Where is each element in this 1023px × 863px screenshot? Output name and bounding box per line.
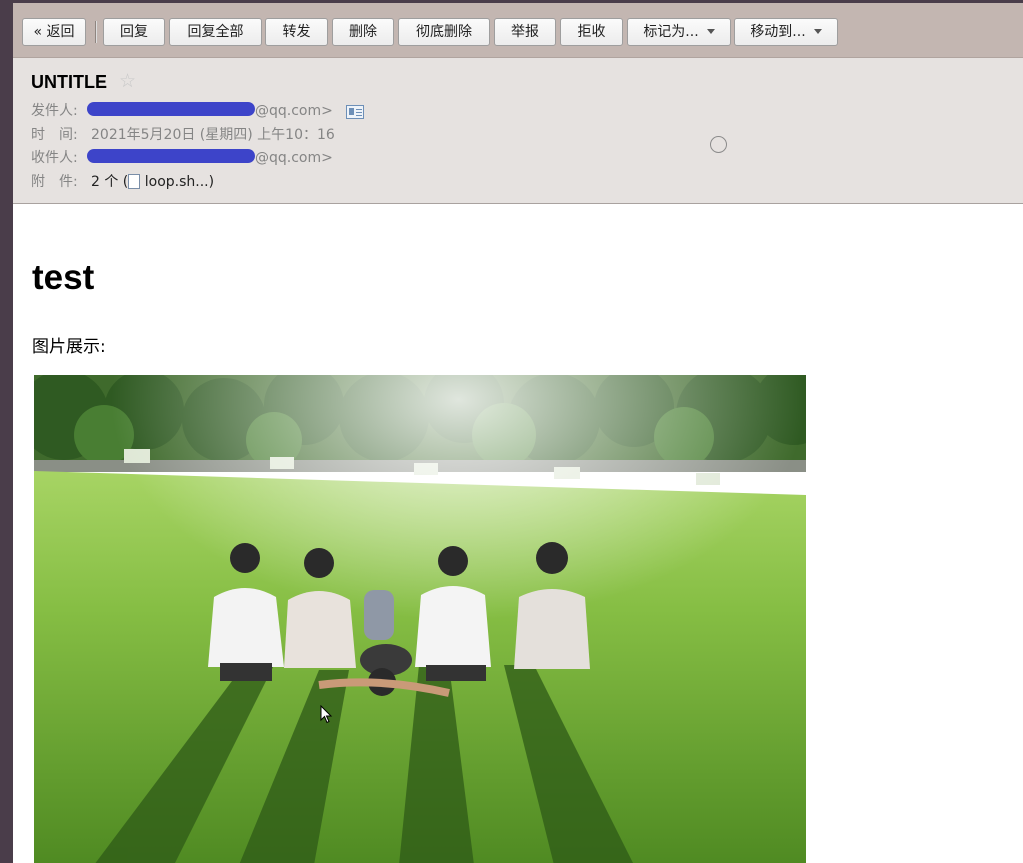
redacted-recipient (87, 149, 255, 163)
email-subject: UNTITLE (31, 72, 107, 92)
mark-as-dropdown[interactable]: 标记为... (627, 18, 731, 46)
star-icon[interactable]: ☆ (119, 70, 136, 92)
email-reader-window: « 返回 回复 回复全部 转发 删除 彻底删除 举报 拒收 标记为... 移动到… (13, 3, 1023, 863)
time-value: 2021年5月20日 (星期四) 上午10：16 (91, 127, 335, 143)
redacted-sender (87, 102, 255, 116)
delete-button[interactable]: 删除 (332, 18, 394, 46)
recipient-address[interactable]: @qq.com> (255, 150, 333, 166)
body-caption: 图片展示: (32, 337, 106, 357)
delete-permanently-button[interactable]: 彻底删除 (398, 18, 490, 46)
mail-toolbar: « 返回 回复 回复全部 转发 删除 彻底删除 举报 拒收 标记为... 移动到… (13, 3, 1023, 58)
reject-button[interactable]: 拒收 (560, 18, 623, 46)
time-label: 时 间: (31, 127, 78, 143)
recipient-row: 收件人: @qq.com> (31, 148, 333, 168)
file-icon (128, 173, 141, 189)
attachment-label: 附 件: (31, 174, 78, 190)
embedded-photo (34, 375, 806, 863)
move-to-dropdown[interactable]: 移动到... (734, 18, 838, 46)
report-button[interactable]: 举报 (494, 18, 556, 46)
dropdown-caret-icon (706, 28, 715, 34)
contact-card-icon[interactable] (346, 105, 364, 119)
back-button[interactable]: « 返回 (22, 18, 86, 46)
move-to-label: 移动到... (750, 24, 806, 40)
attachment-count[interactable]: 2 个 ( (91, 174, 128, 190)
toolbar-separator (95, 21, 96, 43)
reply-all-button[interactable]: 回复全部 (169, 18, 262, 46)
photo-illustration (34, 375, 806, 863)
attachment-row: 附 件: 2 个 ( loop.sh...) (31, 172, 214, 192)
email-body: test 图片展示: (13, 204, 1023, 863)
recipient-label: 收件人: (31, 150, 78, 166)
reply-button[interactable]: 回复 (103, 18, 165, 46)
email-header: UNTITLE ☆ 发件人: @qq.com> 时 间: 2021年5月20日 (星… (13, 58, 1023, 204)
mark-as-label: 标记为... (643, 24, 699, 40)
forward-button[interactable]: 转发 (265, 18, 328, 46)
time-row: 时 间: 2021年5月20日 (星期四) 上午10：16 (31, 125, 335, 145)
sender-address[interactable]: @qq.com> (255, 103, 333, 119)
sender-label: 发件人: (31, 103, 78, 119)
mouse-cursor-icon (320, 705, 333, 724)
body-heading: test (32, 258, 95, 297)
circle-icon (710, 136, 727, 153)
attachment-name[interactable]: loop.sh...) (145, 174, 214, 190)
sender-row: 发件人: @qq.com> (31, 101, 333, 121)
dropdown-caret-icon (813, 28, 822, 34)
